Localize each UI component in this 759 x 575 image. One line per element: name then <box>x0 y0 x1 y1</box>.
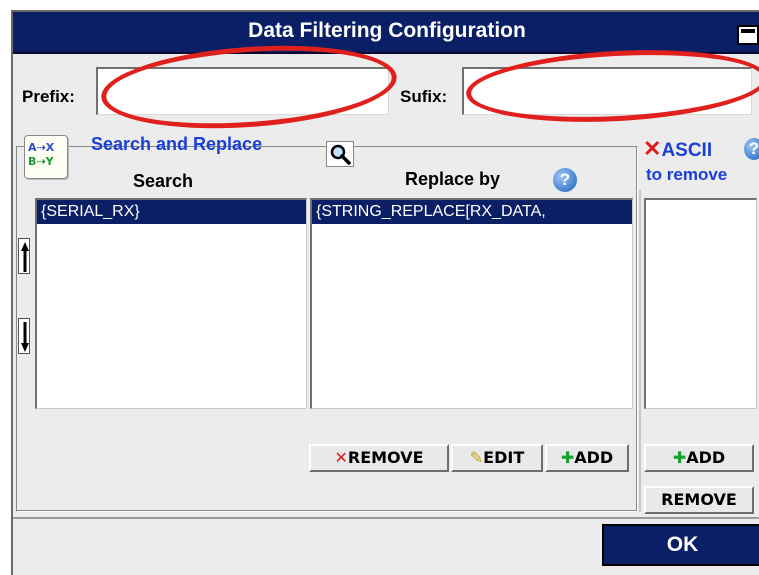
ascii-help-icon[interactable]: ? <box>744 138 759 160</box>
add-rule-label: ADD <box>574 448 614 467</box>
ascii-list[interactable] <box>644 198 757 409</box>
move-up-icon[interactable] <box>18 238 30 274</box>
sufix-field[interactable] <box>462 67 752 115</box>
move-down-icon[interactable] <box>18 318 30 354</box>
ascii-remove-button[interactable]: REMOVE <box>644 486 754 514</box>
search-list-item[interactable]: {SERIAL_RX} <box>37 200 306 224</box>
ascii-add-button[interactable]: ✚ADD <box>644 444 754 472</box>
prefix-field[interactable] <box>96 67 389 115</box>
search-list[interactable]: {SERIAL_RX} <box>35 198 307 409</box>
plus-icon: ✚ <box>560 448 575 467</box>
help-icon[interactable]: ? <box>553 168 577 192</box>
replace-list-item[interactable]: {STRING_REPLACE[RX_DATA, <box>312 200 632 224</box>
window-title: Data Filtering Configuration <box>248 19 526 42</box>
footer-divider <box>13 517 759 519</box>
ascii-subtitle: to remove <box>646 165 728 184</box>
ascii-add-label: ADD <box>686 448 726 467</box>
pencil-icon: ✎ <box>469 448 484 467</box>
x-icon: ✕ <box>643 136 662 161</box>
ascii-remove-label: REMOVE <box>661 490 737 509</box>
data-filtering-window: Data Filtering Configuration Prefix: Suf… <box>11 10 759 575</box>
ok-button[interactable]: OK <box>602 524 759 566</box>
x-icon: ✕ <box>334 448 348 467</box>
search-replace-title: Search and Replace <box>91 134 263 154</box>
remove-rule-button[interactable]: ✕REMOVE <box>309 444 449 472</box>
title-bar: Data Filtering Configuration <box>13 12 759 54</box>
edit-rule-label: EDIT <box>483 448 525 467</box>
restore-icon[interactable] <box>737 25 759 45</box>
search-column-header: Search <box>133 171 194 191</box>
edit-rule-button[interactable]: ✎EDIT <box>451 444 543 472</box>
remove-rule-label: REMOVE <box>347 448 424 467</box>
search-replace-icon: A⇢X B⇢Y <box>24 135 68 179</box>
plus-icon: ✚ <box>672 448 687 467</box>
sufix-label: Sufix: <box>400 87 448 106</box>
ascii-title-row: ✕ASCII <box>643 136 712 162</box>
ascii-title: ASCII <box>661 140 713 161</box>
prefix-label: Prefix: <box>22 87 75 106</box>
add-rule-button[interactable]: ✚ADD <box>545 444 629 472</box>
magnifier-icon[interactable] <box>326 141 354 167</box>
panel-divider <box>639 190 641 512</box>
replace-column-header: Replace by <box>405 169 501 189</box>
replace-list[interactable]: {STRING_REPLACE[RX_DATA, <box>310 198 633 409</box>
